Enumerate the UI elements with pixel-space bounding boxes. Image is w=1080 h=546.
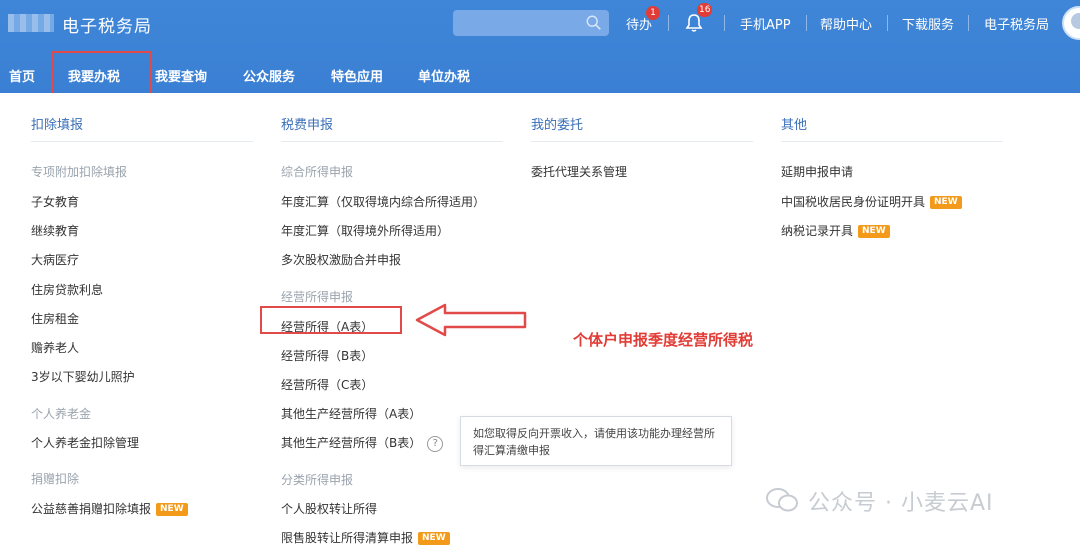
nav-unit-tax[interactable]: 单位办税 [418, 66, 470, 85]
menu-item-restricted-stock[interactable]: 限售股转让所得清算申报 NEW [281, 529, 450, 546]
header-link-mobile-app[interactable]: 手机APP [740, 14, 791, 33]
nav-query[interactable]: 我要查询 [155, 66, 207, 85]
wechat-icon [766, 488, 798, 512]
todo-badge: 1 [646, 6, 660, 20]
new-badge: NEW [930, 196, 962, 209]
annotation-text: 个体户申报季度经营所得税 [573, 331, 754, 349]
menu-item-extension-request[interactable]: 延期申报申请 [781, 163, 853, 180]
menu-item-business-income-b[interactable]: 经营所得（B表） [281, 347, 373, 364]
group-title: 综合所得申报 [281, 165, 354, 179]
column-title-deduction: 扣除填报 [31, 118, 84, 133]
left-arrow-icon [415, 303, 527, 337]
menu-item-elderly-support[interactable]: 赡养老人 [31, 339, 79, 356]
help-icon[interactable]: ? [427, 435, 444, 452]
menu-item-label: 纳税记录开具 [781, 224, 854, 238]
menu-item-other-business-a[interactable]: 其他生产经营所得（A表） [281, 405, 421, 422]
menu-item-tax-residency-cert[interactable]: 中国税收居民身份证明开具 NEW [781, 193, 962, 210]
nav-featured-apps[interactable]: 特色应用 [331, 66, 383, 85]
header-link-download[interactable]: 下载服务 [902, 14, 954, 33]
menu-item-label: 其他生产经营所得（B表） [281, 436, 422, 450]
search-icon[interactable] [585, 14, 603, 32]
column-divider [31, 141, 253, 142]
notification-badge: 16 [697, 3, 713, 17]
column-title-other: 其他 [781, 118, 808, 133]
menu-item-annual-overseas[interactable]: 年度汇算（取得境外所得适用） [281, 222, 449, 239]
highlight-box-business-a [260, 306, 402, 334]
new-badge: NEW [418, 532, 450, 545]
divider [968, 15, 969, 31]
menu-item-tax-record[interactable]: 纳税记录开具 NEW [781, 222, 890, 239]
header-link-help[interactable]: 帮助中心 [820, 14, 872, 33]
group-title: 经营所得申报 [281, 290, 354, 304]
menu-item-entrust-management[interactable]: 委托代理关系管理 [531, 163, 627, 180]
column-title-entrust: 我的委托 [531, 118, 584, 133]
menu-item-donation-deduction[interactable]: 公益慈善捐赠扣除填报 NEW [31, 500, 188, 517]
new-badge: NEW [858, 225, 890, 238]
menu-item-continuing-education[interactable]: 继续教育 [31, 222, 79, 239]
group-title: 专项附加扣除填报 [31, 165, 128, 179]
menu-item-annual-domestic[interactable]: 年度汇算（仅取得境内综合所得适用） [281, 193, 485, 210]
menu-item-children-education[interactable]: 子女教育 [31, 193, 79, 210]
menu-item-mortgage-interest[interactable]: 住房贷款利息 [31, 281, 103, 298]
site-title: 电子税务局 [62, 17, 152, 37]
menu-item-other-business-b[interactable]: 其他生产经营所得（B表）? [281, 434, 444, 452]
watermark: 公众号 · 小麦云AI [808, 491, 994, 516]
menu-item-label: 中国税收居民身份证明开具 [781, 195, 926, 209]
dropdown-panel [10, 93, 1080, 543]
column-divider [781, 141, 1003, 142]
header-link-e-tax[interactable]: 电子税务局 [984, 14, 1049, 33]
column-title-tax: 税费申报 [281, 118, 334, 133]
nav-public-service[interactable]: 公众服务 [243, 66, 295, 85]
menu-item-business-income-c[interactable]: 经营所得（C表） [281, 376, 373, 393]
divider [887, 15, 888, 31]
column-divider [281, 141, 503, 142]
menu-item-infant-care[interactable]: 3岁以下婴幼儿照护 [31, 368, 135, 385]
menu-item-rent[interactable]: 住房租金 [31, 310, 79, 327]
group-title: 捐赠扣除 [31, 472, 80, 486]
menu-item-equity-incentive[interactable]: 多次股权激励合并申报 [281, 251, 401, 268]
nav-home[interactable]: 首页 [9, 66, 35, 85]
divider [806, 15, 807, 31]
tooltip: 如您取得反向开票收入，请使用该功能办理经营所得汇算清缴申报 [460, 416, 732, 466]
menu-item-label: 公益慈善捐赠扣除填报 [31, 502, 152, 516]
column-divider [531, 141, 753, 142]
divider [668, 15, 669, 31]
menu-item-pension-deduction[interactable]: 个人养老金扣除管理 [31, 434, 139, 451]
group-title: 分类所得申报 [281, 473, 354, 487]
menu-item-equity-transfer[interactable]: 个人股权转让所得 [281, 500, 377, 517]
new-badge: NEW [156, 503, 188, 516]
site-logo [8, 14, 54, 32]
user-avatar[interactable] [1062, 6, 1080, 40]
group-title: 个人养老金 [31, 407, 92, 421]
search-input[interactable] [453, 10, 609, 36]
avatar-head-icon [1071, 13, 1080, 29]
header-bar: 电子税务局 待办 1 16 手机APP 帮助中心 下载服务 电子税务局 首页 我… [0, 0, 1080, 93]
menu-item-medical[interactable]: 大病医疗 [31, 251, 79, 268]
divider [724, 15, 725, 31]
